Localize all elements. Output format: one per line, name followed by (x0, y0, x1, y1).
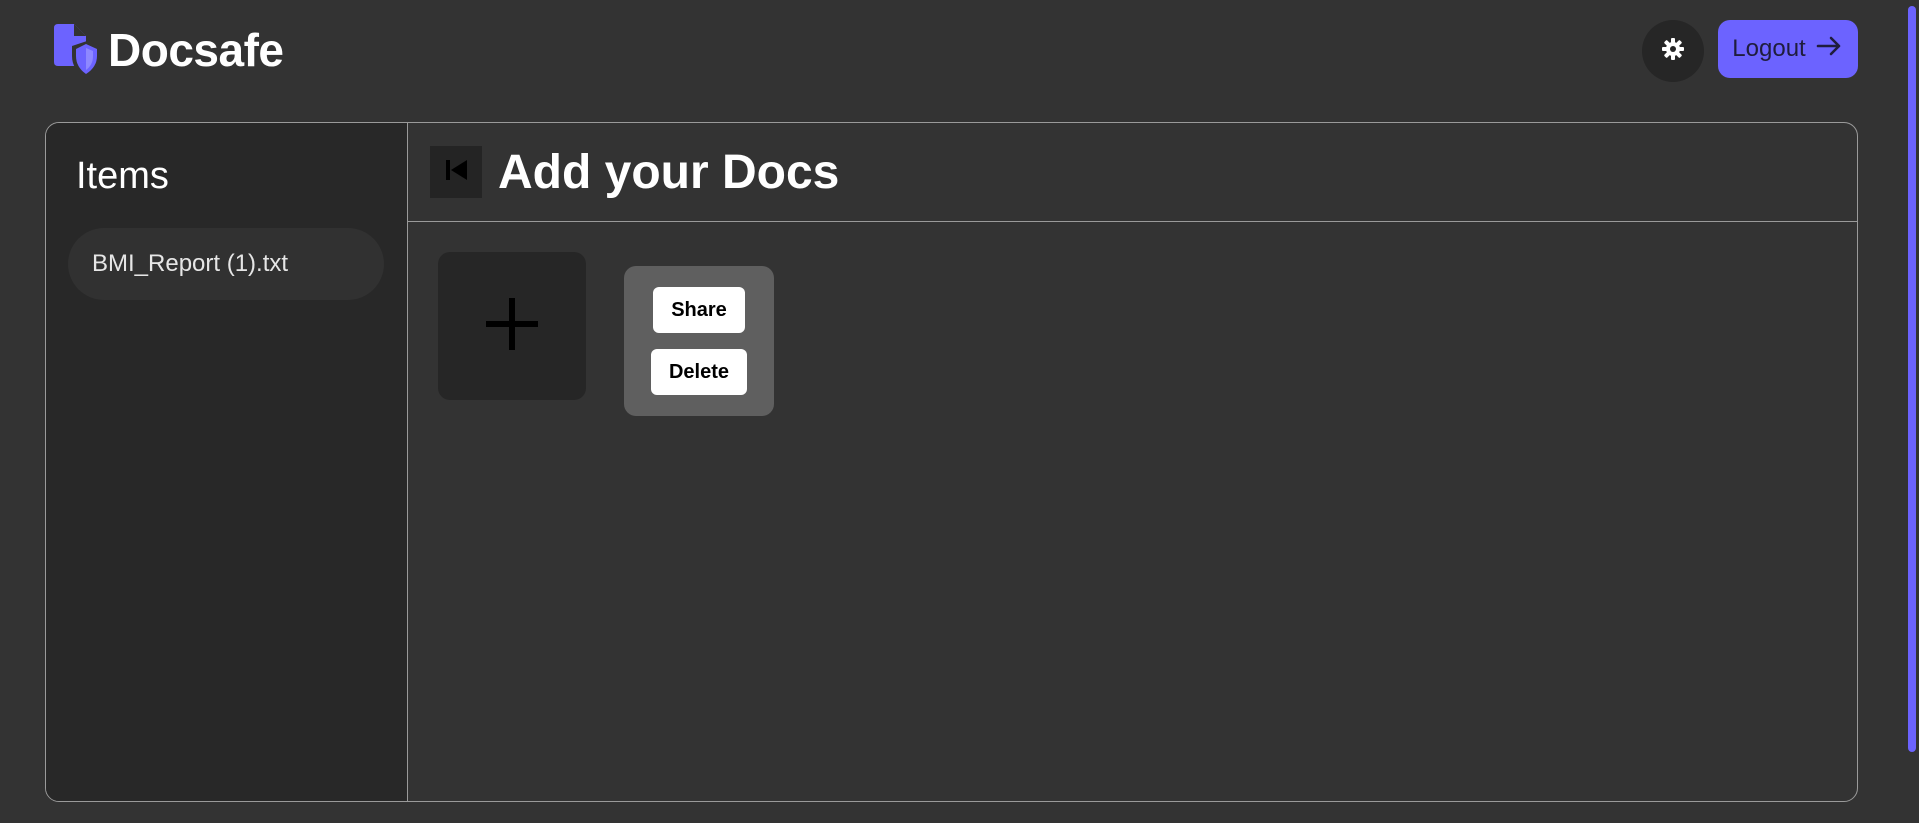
scrollbar[interactable] (1906, 0, 1919, 823)
settings-button[interactable] (1642, 20, 1704, 82)
app-root: Docsafe Logout Items BMI_Report (1).txt … (0, 0, 1919, 823)
gear-icon (1661, 37, 1685, 66)
document-card[interactable]: Share Delete (624, 266, 774, 416)
sidebar-item-label: BMI_Report (1).txt (92, 250, 289, 277)
content-header: Add your Docs (408, 123, 1857, 222)
delete-button[interactable]: Delete (651, 349, 747, 395)
skip-back-icon (441, 155, 471, 190)
share-button[interactable]: Share (653, 287, 745, 333)
sidebar-item-bmi-report[interactable]: BMI_Report (1).txt (68, 228, 384, 300)
brand[interactable]: Docsafe (48, 22, 284, 78)
docs-grid: Share Delete (408, 222, 1857, 801)
document-shield-icon (48, 22, 104, 78)
page-title: Add your Docs (498, 145, 840, 199)
logout-label: Logout (1732, 35, 1806, 62)
content-area: Add your Docs Share Delete (408, 123, 1857, 801)
sidebar-title: Items (76, 155, 169, 197)
main-panel: Items BMI_Report (1).txt Add your Docs S… (45, 122, 1858, 802)
plus-icon (484, 296, 540, 357)
brand-name: Docsafe (108, 24, 284, 76)
add-document-button[interactable] (438, 252, 586, 400)
logout-button[interactable]: Logout (1718, 20, 1858, 78)
scrollbar-thumb[interactable] (1908, 6, 1916, 752)
back-button[interactable] (430, 146, 482, 198)
arrow-right-icon (1814, 31, 1844, 68)
sidebar: Items BMI_Report (1).txt (46, 123, 408, 801)
